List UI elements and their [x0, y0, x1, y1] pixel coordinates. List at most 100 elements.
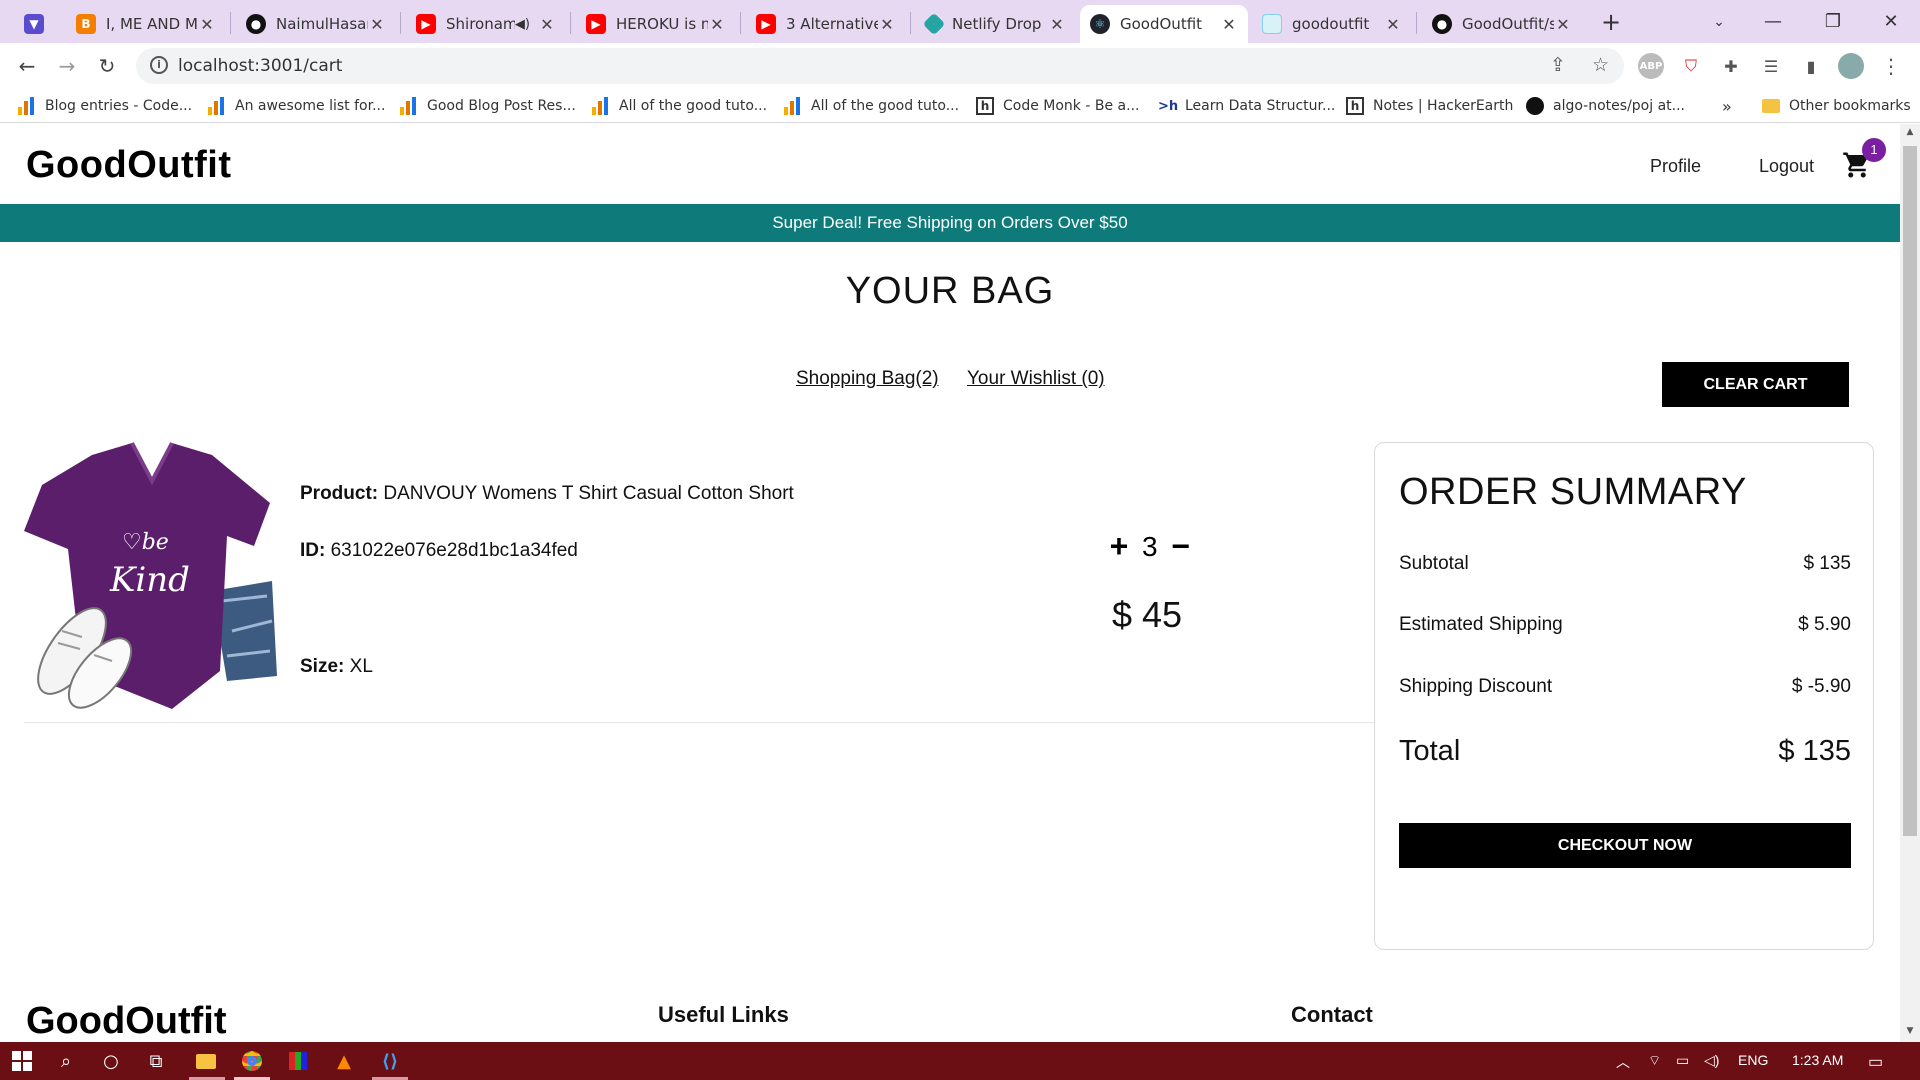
tab-youtube-heroku[interactable]: ▶ HEROKU is no ✕: [576, 5, 736, 43]
tab-goodoutfit-netlify[interactable]: goodoutfit ✕: [1252, 5, 1412, 43]
shield-icon[interactable]: ⛉: [1678, 53, 1704, 79]
address-bar[interactable]: i localhost:3001/cart ⇪ ☆: [136, 48, 1624, 84]
speaker-icon[interactable]: ◀): [515, 17, 530, 32]
tab-netlify[interactable]: Netlify Drop ✕: [916, 5, 1076, 43]
windows-start-icon[interactable]: [10, 1049, 34, 1073]
chrome-icon[interactable]: [240, 1049, 264, 1073]
tab-title: 3 Alternative: [786, 15, 878, 33]
close-icon[interactable]: ✕: [1220, 15, 1238, 34]
bookmark-item[interactable]: >h Learn Data Structur...: [1158, 95, 1335, 117]
windows-taskbar: ⌕ ○ ⧉ ▲ ⟨⟩ ︿ ⌔ ▭ ◁) ENG 1:23 AM ▭: [0, 1042, 1920, 1080]
minimize-button[interactable]: —: [1744, 0, 1802, 43]
tab-title: HEROKU is no: [616, 15, 708, 33]
bookmark-item[interactable]: All of the good tuto...: [784, 95, 959, 117]
tab-youtube-alternative[interactable]: ▶ 3 Alternative ✕: [746, 5, 906, 43]
tab-title: I, ME AND MY: [106, 15, 198, 33]
other-bookmarks-folder[interactable]: Other bookmarks: [1762, 95, 1911, 117]
profile-avatar[interactable]: [1838, 53, 1864, 79]
close-icon[interactable]: ✕: [198, 15, 216, 34]
tab-github-goodoutfit[interactable]: ● GoodOutfit/s ✕: [1422, 5, 1582, 43]
scroll-up-arrow[interactable]: ▲: [1903, 127, 1917, 141]
share-icon[interactable]: ⇪: [1550, 54, 1566, 76]
nav-profile-link[interactable]: Profile: [1650, 156, 1701, 177]
tray-chevron-icon[interactable]: ︿: [1616, 1052, 1630, 1072]
bookmark-item[interactable]: h Code Monk - Be a...: [976, 95, 1139, 117]
forward-button[interactable]: →: [52, 51, 82, 81]
product-id: 631022e076e28d1bc1a34fed: [330, 540, 578, 561]
extensions-puzzle-icon[interactable]: ✚: [1718, 53, 1744, 79]
cart-count-badge: 1: [1862, 138, 1886, 162]
decrease-quantity-button[interactable]: −: [1170, 528, 1192, 565]
file-explorer-icon[interactable]: [194, 1049, 218, 1073]
reload-button[interactable]: ↻: [92, 51, 122, 81]
bookmark-item[interactable]: An awesome list for...: [208, 95, 385, 117]
tab-title: goodoutfit: [1292, 15, 1370, 33]
product-price: $ 45: [1112, 594, 1183, 635]
svg-text:Kind: Kind: [109, 560, 190, 600]
blogger-icon: B: [76, 14, 96, 34]
close-icon[interactable]: ✕: [1384, 15, 1402, 34]
bookmark-item[interactable]: All of the good tuto...: [592, 95, 767, 117]
analytics-icon: [592, 97, 610, 115]
clear-cart-button[interactable]: CLEAR CART: [1662, 362, 1849, 407]
bookmark-star-icon[interactable]: ☆: [1592, 54, 1609, 76]
window-close-button[interactable]: ✕: [1862, 0, 1920, 43]
nav-logout-link[interactable]: Logout: [1759, 156, 1814, 177]
reading-list-icon[interactable]: ☰: [1758, 53, 1784, 79]
scroll-down-arrow[interactable]: ▼: [1903, 1026, 1917, 1040]
close-icon[interactable]: ✕: [368, 15, 386, 34]
close-icon[interactable]: ✕: [538, 15, 556, 34]
url-text[interactable]: localhost:3001/cart: [178, 56, 342, 76]
bookmark-item[interactable]: Blog entries - Code...: [18, 95, 192, 117]
wishlist-link[interactable]: Your Wishlist (0): [967, 368, 1105, 390]
tab-vpn[interactable]: ▼: [14, 5, 58, 43]
close-icon[interactable]: ✕: [708, 15, 726, 34]
page-icon: [1262, 14, 1282, 34]
tab-github-naimul[interactable]: ● NaimulHasan ✕: [236, 5, 396, 43]
analytics-icon: [18, 97, 36, 115]
bookmark-label: An awesome list for...: [235, 98, 386, 114]
tab-title: Shironam: [446, 15, 515, 33]
tab-youtube-shironam[interactable]: ▶ Shironam ◀) ✕: [406, 5, 566, 43]
search-icon[interactable]: ⌕: [54, 1049, 78, 1073]
bookmark-item[interactable]: Good Blog Post Res...: [400, 95, 576, 117]
clock[interactable]: 1:23 AM: [1792, 1052, 1843, 1068]
shopping-bag-link[interactable]: Shopping Bag(2): [796, 368, 939, 390]
side-panel-icon[interactable]: ▮: [1798, 53, 1824, 79]
tab-blogger[interactable]: B I, ME AND MY ✕: [66, 5, 226, 43]
tab-title: GoodOutfit: [1120, 15, 1203, 33]
winrar-icon[interactable]: [286, 1049, 310, 1073]
tab-goodoutfit-active[interactable]: ⚛ GoodOutfit ✕: [1080, 5, 1248, 43]
youtube-icon: ▶: [586, 14, 606, 34]
increase-quantity-button[interactable]: +: [1108, 528, 1130, 565]
site-info-icon[interactable]: i: [150, 56, 168, 74]
tab-search-button[interactable]: ⌄: [1690, 0, 1748, 43]
vlc-icon[interactable]: ▲: [332, 1049, 356, 1073]
new-tab-button[interactable]: +: [1582, 0, 1640, 43]
product-image-text: ♡be: [122, 530, 169, 555]
back-button[interactable]: ←: [12, 51, 42, 81]
page-title: YOUR BAG: [845, 270, 1055, 312]
volume-icon[interactable]: ◁): [1704, 1052, 1719, 1069]
cortana-icon[interactable]: ○: [99, 1049, 123, 1073]
adblock-icon[interactable]: ABP: [1638, 53, 1664, 79]
vscode-icon[interactable]: ⟨⟩: [378, 1049, 402, 1073]
bookmark-item[interactable]: h Notes | HackerEarth: [1346, 95, 1513, 117]
battery-icon[interactable]: ▭: [1676, 1052, 1689, 1069]
scrollbar-thumb[interactable]: [1903, 146, 1917, 836]
product-image: ♡be Kind: [24, 442, 277, 709]
close-icon[interactable]: ✕: [878, 15, 896, 34]
maximize-button[interactable]: ❐: [1804, 0, 1862, 43]
close-icon[interactable]: ✕: [1554, 15, 1572, 34]
wifi-icon[interactable]: ⌔: [1648, 1052, 1661, 1070]
task-view-icon[interactable]: ⧉: [144, 1049, 168, 1073]
close-icon[interactable]: ✕: [1048, 15, 1066, 34]
site-logo[interactable]: GoodOutfit: [26, 144, 231, 187]
notification-icon[interactable]: ▭: [1868, 1052, 1883, 1072]
language-indicator[interactable]: ENG: [1738, 1052, 1768, 1068]
more-menu-icon[interactable]: ⋮: [1878, 53, 1904, 79]
bookmark-item[interactable]: algo-notes/poj at...: [1526, 95, 1685, 117]
tab-title: GoodOutfit/s: [1462, 15, 1554, 33]
checkout-button[interactable]: CHECKOUT NOW: [1399, 823, 1851, 868]
bookmarks-overflow-button[interactable]: »: [1722, 95, 1732, 117]
